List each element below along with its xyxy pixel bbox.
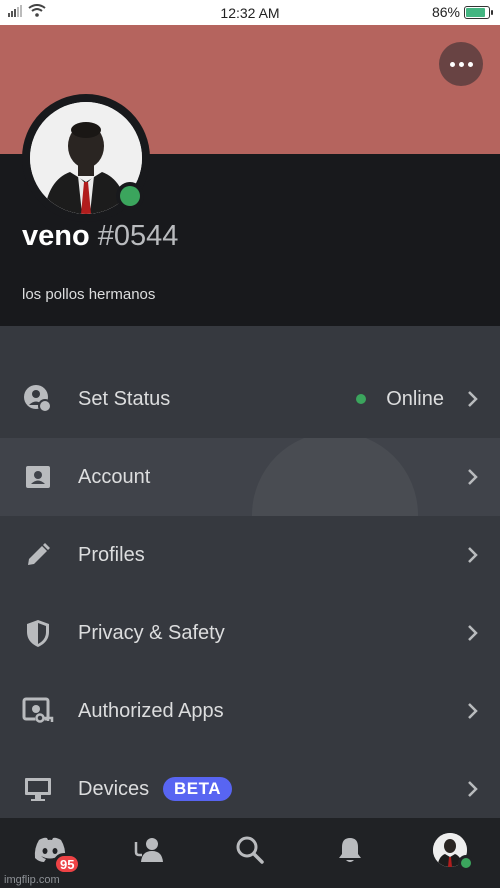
chevron-right-icon [468, 781, 478, 797]
battery-icon [464, 5, 493, 19]
nav-home[interactable]: 95 [20, 825, 82, 875]
notification-count-badge: 95 [53, 853, 82, 875]
settings-menu: Set Status Online Account Profiles Priva… [0, 326, 500, 818]
nav-search[interactable] [220, 825, 280, 875]
dot-icon [458, 61, 464, 67]
menu-item-label: Privacy & Safety [78, 621, 225, 644]
chevron-right-icon [468, 625, 478, 641]
chevron-right-icon [468, 469, 478, 485]
battery-percent: 86% [431, 4, 460, 20]
menu-item-authorized-apps[interactable]: Authorized Apps [0, 672, 500, 750]
nav-presence-indicator [458, 855, 474, 871]
nav-profile[interactable] [420, 825, 480, 875]
chevron-right-icon [468, 391, 478, 407]
search-icon [236, 836, 264, 864]
menu-item-profiles[interactable]: Profiles [0, 516, 500, 594]
watermark: imgflip.com [4, 874, 60, 886]
status-face-icon [22, 383, 54, 415]
profile-bio: los pollos hermanos [22, 286, 156, 303]
presence-online-indicator [116, 182, 144, 210]
username-name: veno [22, 220, 90, 252]
clock: 12:32 AM [220, 5, 280, 21]
menu-item-devices[interactable]: Devices BETA [0, 750, 500, 828]
nav-notifications[interactable] [320, 825, 380, 875]
bottom-navigation: 95 [0, 818, 500, 888]
chevron-right-icon [468, 547, 478, 563]
shield-icon [22, 617, 54, 649]
beta-badge: BETA [163, 777, 233, 801]
friends-icon [134, 838, 163, 862]
chevron-right-icon [468, 703, 478, 719]
status-bar: 12:32 AM 86% [0, 0, 500, 25]
menu-item-label: Devices [78, 777, 150, 800]
dot-icon [449, 61, 455, 67]
menu-item-label: Account [78, 465, 151, 488]
more-options-button[interactable] [439, 42, 483, 86]
menu-item-label: Profiles [78, 543, 145, 566]
menu-item-set-status[interactable]: Set Status Online [0, 360, 500, 438]
dot-icon [467, 61, 473, 67]
menu-item-label: Authorized Apps [78, 699, 224, 722]
touch-ripple [252, 438, 418, 516]
menu-item-privacy-safety[interactable]: Privacy & Safety [0, 594, 500, 672]
pencil-icon [22, 539, 54, 571]
menu-item-account[interactable]: Account [0, 438, 500, 516]
status-value: Online [386, 387, 444, 410]
account-card-icon [22, 461, 54, 493]
online-dot-icon [356, 394, 366, 404]
apps-key-icon [22, 695, 54, 727]
bell-icon [339, 838, 361, 862]
username: veno #0544 [22, 220, 178, 253]
monitor-icon [22, 773, 54, 805]
username-tag: #0544 [97, 220, 179, 252]
nav-friends[interactable] [120, 825, 180, 875]
menu-item-label: Set Status [78, 387, 171, 410]
